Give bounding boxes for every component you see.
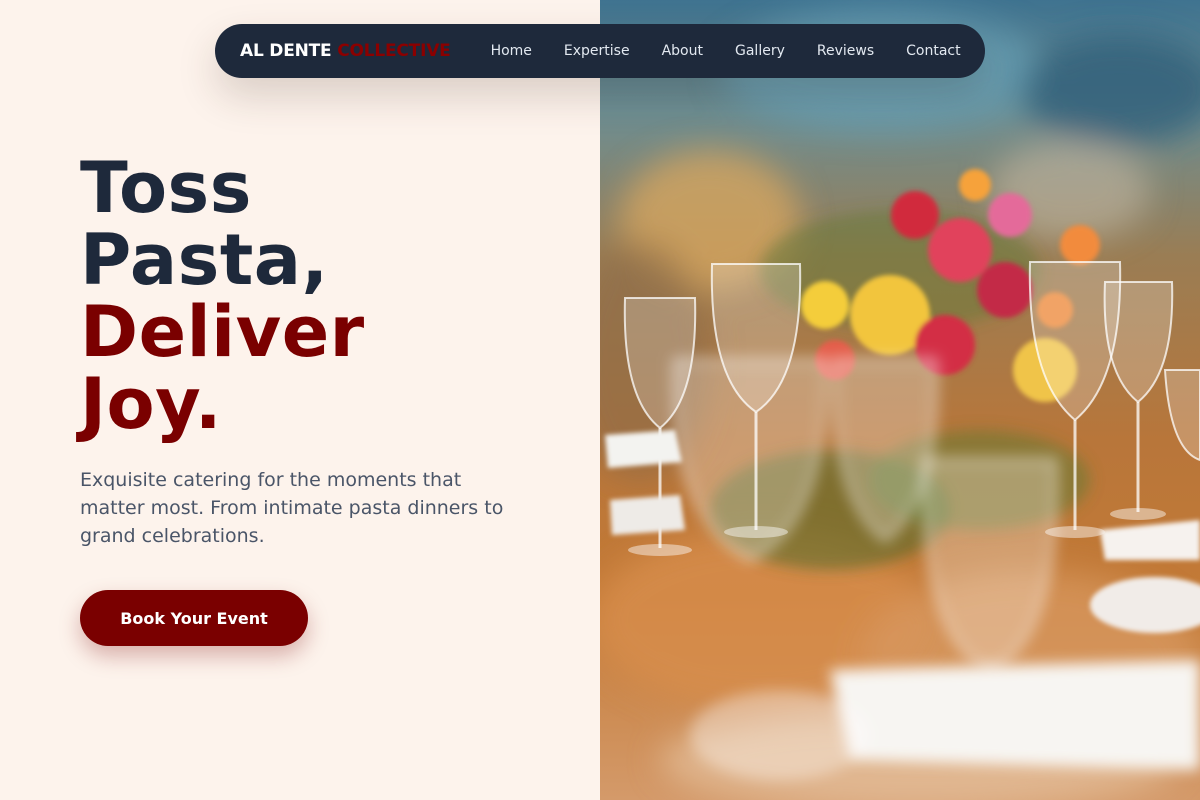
nav-link-reviews[interactable]: Reviews xyxy=(817,43,874,59)
main-navbar: AL DENTE COLLECTIVE Home Expertise About… xyxy=(215,24,985,78)
nav-link-expertise[interactable]: Expertise xyxy=(564,43,630,59)
headline-line-3: Deliver xyxy=(80,291,365,373)
brand-name-accent: COLLECTIVE xyxy=(337,41,451,61)
nav-links: Home Expertise About Gallery Reviews Con… xyxy=(491,43,961,59)
nav-link-home[interactable]: Home xyxy=(491,43,532,59)
nav-link-about[interactable]: About xyxy=(662,43,703,59)
nav-link-gallery[interactable]: Gallery xyxy=(735,43,785,59)
brand-logo[interactable]: AL DENTE COLLECTIVE xyxy=(240,41,451,61)
brand-name-main: AL DENTE xyxy=(240,41,332,61)
headline-line-4: Joy. xyxy=(80,363,222,445)
hero-headline: Toss Pasta, Deliver Joy. xyxy=(80,152,365,440)
nav-link-contact[interactable]: Contact xyxy=(906,43,960,59)
book-event-button[interactable]: Book Your Event xyxy=(80,590,308,646)
landing-page: AL DENTE COLLECTIVE Home Expertise About… xyxy=(0,0,1200,800)
hero-image xyxy=(600,0,1200,800)
hero-subtext: Exquisite catering for the moments that … xyxy=(80,469,504,547)
headline-line-1: Toss xyxy=(80,147,252,229)
headline-line-2: Pasta, xyxy=(80,219,329,301)
